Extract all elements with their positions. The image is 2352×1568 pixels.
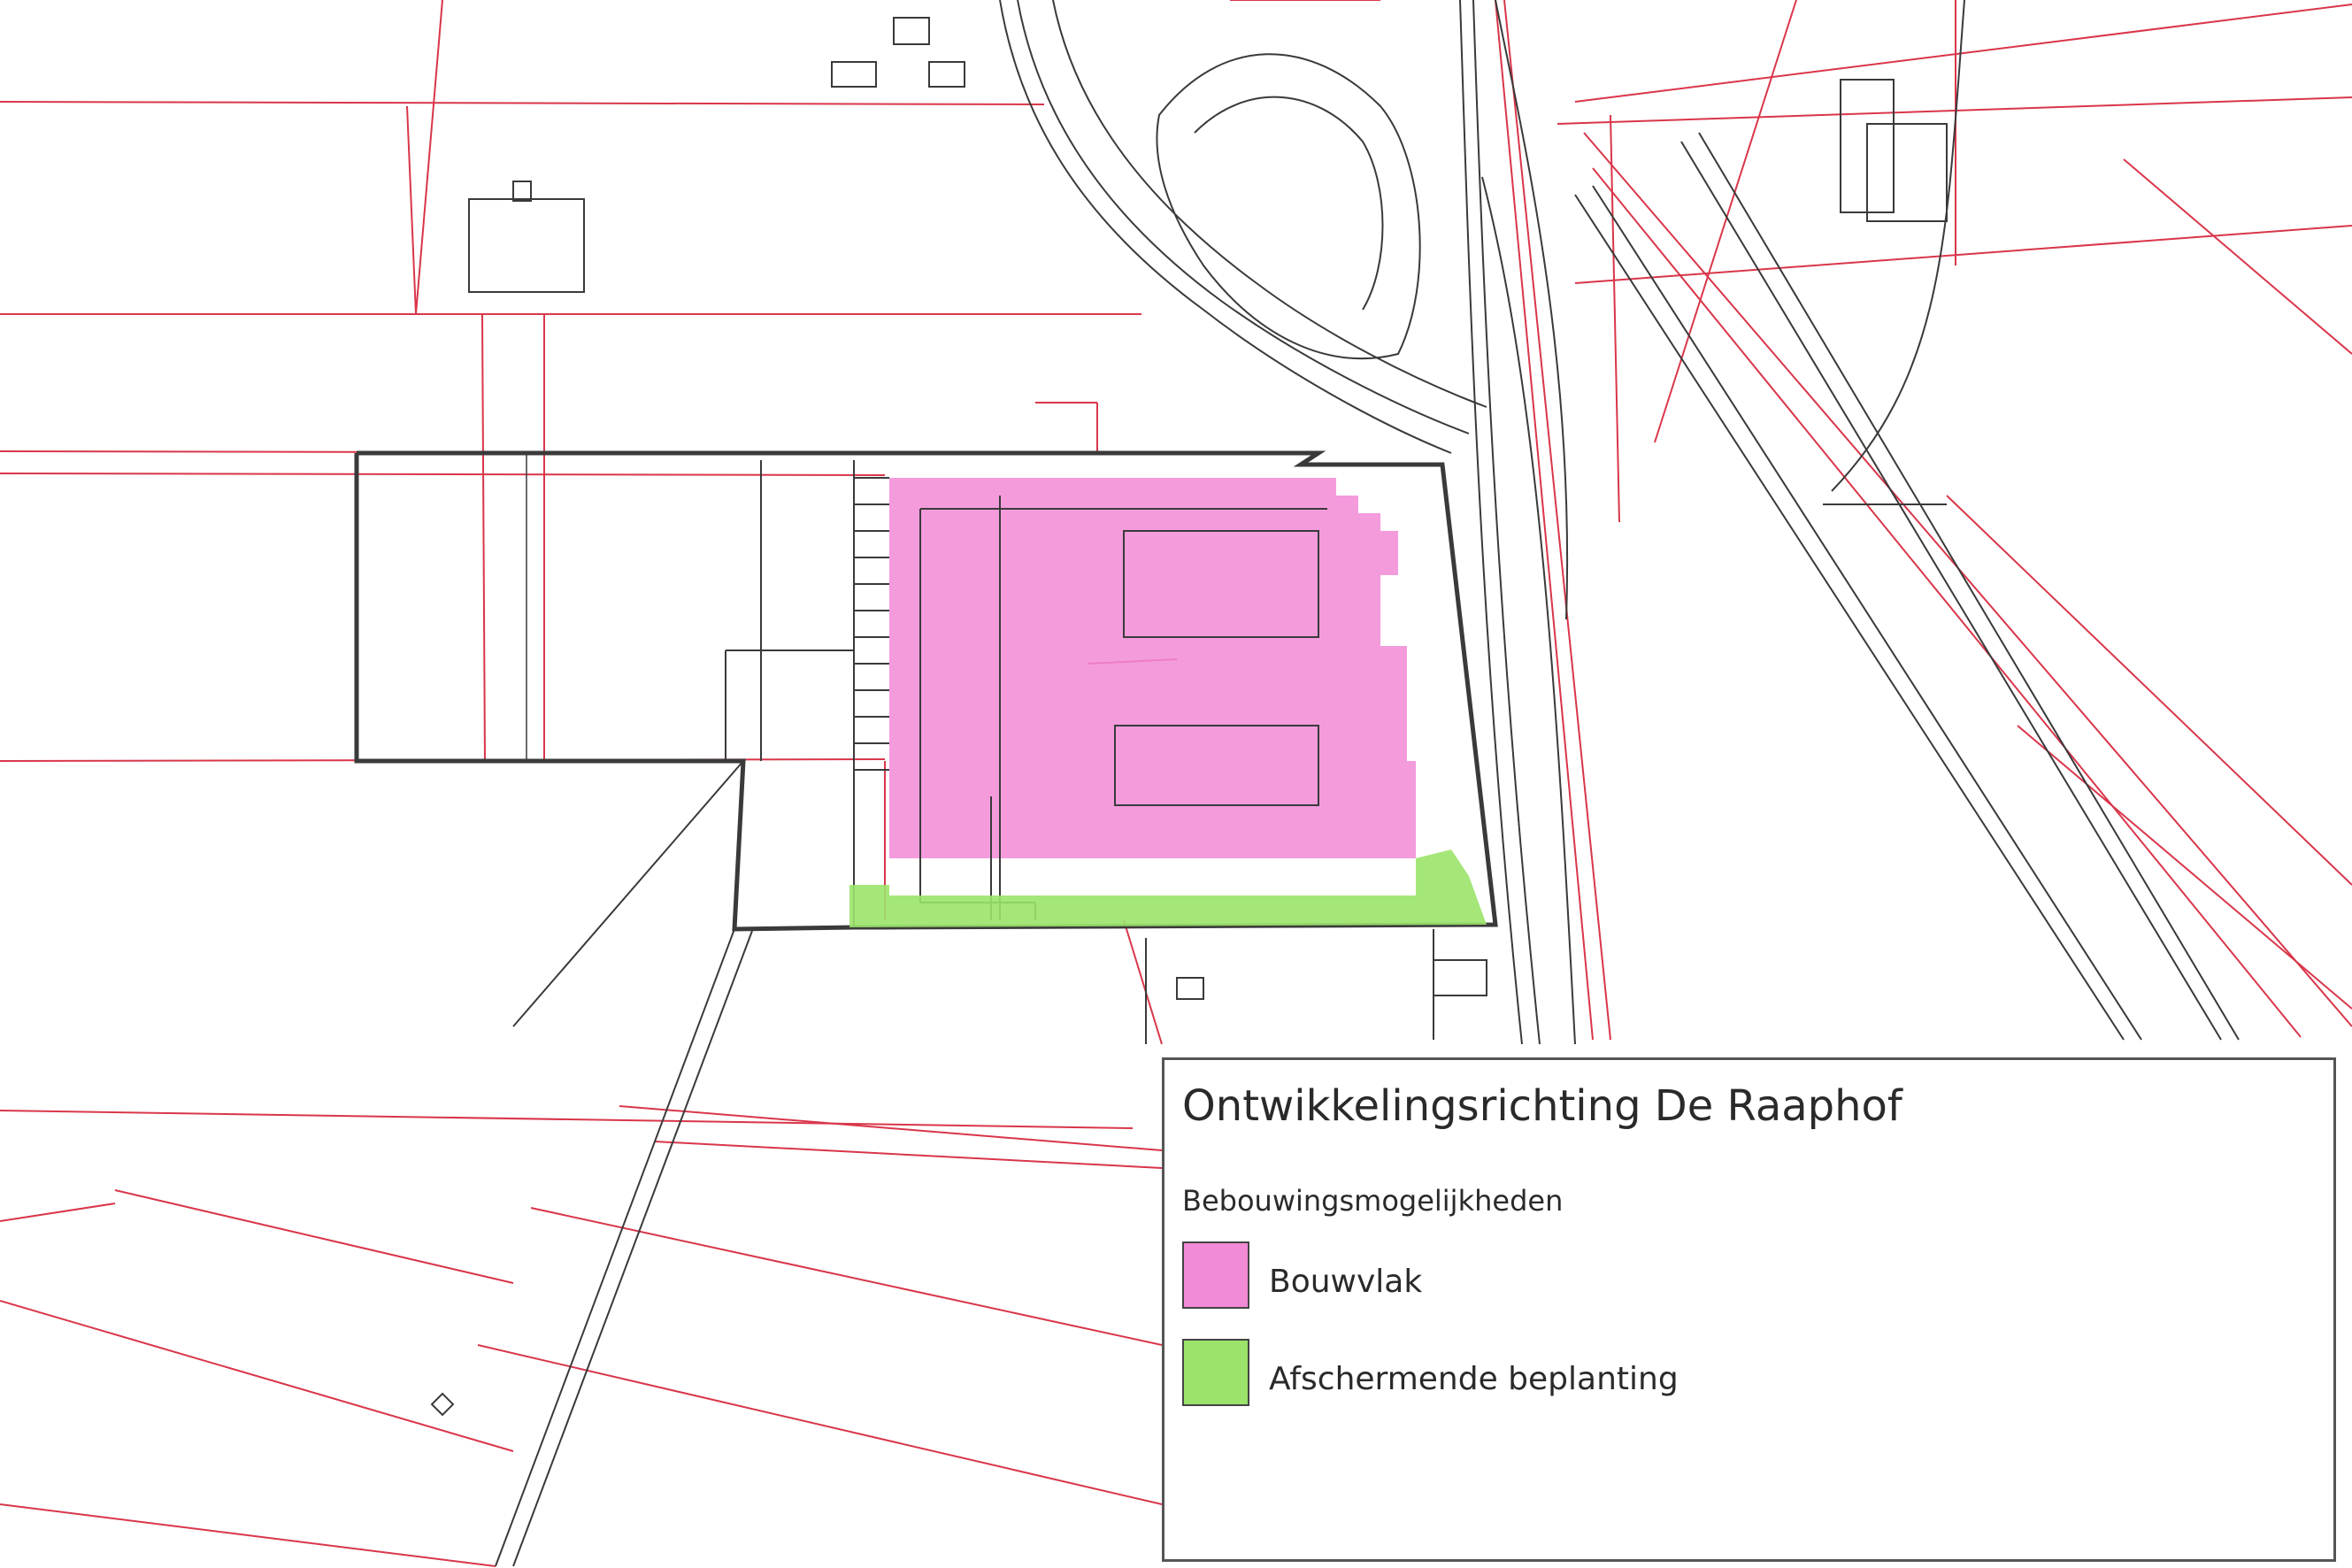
legend-label-beplanting: Afschermende beplanting bbox=[1269, 1361, 1679, 1397]
legend-subtitle: Bebouwingsmogelijkheden bbox=[1182, 1184, 1564, 1218]
afschermende-beplanting-zone bbox=[849, 849, 1487, 927]
bouwvlak-zone bbox=[889, 478, 1416, 858]
legend-label-bouwvlak: Bouwvlak bbox=[1269, 1264, 1423, 1300]
map-canvas: Ontwikkelingsrichting De Raaphof Bebouwi… bbox=[0, 0, 2352, 1568]
legend: Ontwikkelingsrichting De Raaphof Bebouwi… bbox=[1162, 1057, 2336, 1562]
legend-title: Ontwikkelingsrichting De Raaphof bbox=[1182, 1081, 1902, 1131]
legend-swatch-beplanting bbox=[1182, 1339, 1249, 1406]
legend-swatch-bouwvlak bbox=[1182, 1241, 1249, 1309]
